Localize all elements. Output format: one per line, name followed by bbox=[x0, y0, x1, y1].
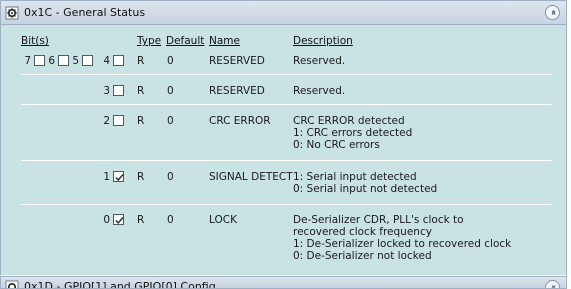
row-divider bbox=[21, 160, 552, 161]
description-line: 0: Serial input not detected bbox=[293, 183, 438, 195]
description-line: recovered clock frequency bbox=[293, 226, 432, 238]
default-cell: 0 bbox=[167, 171, 174, 183]
bit-number: 0 bbox=[103, 214, 110, 226]
bit-number: 4 bbox=[103, 55, 110, 67]
default-cell: 0 bbox=[167, 115, 174, 127]
column-header-type: Type bbox=[137, 35, 162, 47]
bit-number: 3 bbox=[103, 85, 110, 97]
description-line: De-Serializer CDR, PLL's clock to bbox=[293, 214, 464, 226]
column-header-default: Default bbox=[166, 35, 205, 47]
row-divider bbox=[21, 104, 552, 105]
gear-icon bbox=[5, 280, 19, 288]
default-cell: 0 bbox=[167, 85, 174, 97]
name-cell: SIGNAL DETECT bbox=[209, 171, 293, 183]
name-cell: LOCK bbox=[209, 214, 237, 226]
default-cell: 0 bbox=[167, 55, 174, 67]
type-cell: R bbox=[137, 115, 145, 127]
bit-number: 6 bbox=[48, 55, 55, 67]
description-line: 0: No CRC errors bbox=[293, 139, 380, 151]
type-cell: R bbox=[137, 85, 145, 97]
description-line: Reserved. bbox=[293, 85, 346, 97]
description-cell: Reserved. bbox=[293, 85, 345, 97]
section-header-general-status[interactable]: 0x1C - General Status « bbox=[0, 0, 567, 25]
collapse-icon[interactable]: « bbox=[545, 5, 560, 20]
column-header-bits: Bit(s) bbox=[21, 35, 49, 47]
column-header-name: Name bbox=[209, 35, 240, 47]
default-cell: 0 bbox=[167, 214, 174, 226]
bit-checkbox[interactable] bbox=[113, 171, 124, 182]
description-line: 1: De-Serializer locked to recovered clo… bbox=[293, 238, 512, 250]
bit-number: 5 bbox=[72, 55, 79, 67]
description-cell: De-Serializer CDR, PLL's clock to recove… bbox=[293, 214, 511, 262]
type-cell: R bbox=[137, 171, 145, 183]
description-cell: CRC ERROR detected 1: CRC errors detecte… bbox=[293, 115, 412, 151]
bit-checkbox[interactable] bbox=[113, 85, 124, 96]
bit-checkbox[interactable] bbox=[113, 115, 124, 126]
bit-checkbox[interactable] bbox=[113, 55, 124, 66]
type-cell: R bbox=[137, 55, 145, 67]
bit-checkbox[interactable] bbox=[82, 55, 93, 66]
name-cell: RESERVED bbox=[209, 55, 265, 67]
section-header-gpio-config[interactable]: 0x1D - GPIO[1] and GPIO[0] Config » bbox=[0, 276, 567, 289]
name-cell: CRC ERROR bbox=[209, 115, 271, 127]
description-cell: Reserved. bbox=[293, 55, 345, 67]
row-divider bbox=[21, 204, 552, 205]
bit-checkbox[interactable] bbox=[113, 214, 124, 225]
gear-icon bbox=[5, 6, 19, 20]
checkmark-icon bbox=[115, 174, 124, 182]
column-header-description: Description bbox=[293, 35, 353, 47]
section-title: 0x1C - General Status bbox=[24, 6, 146, 19]
section-title: 0x1D - GPIO[1] and GPIO[0] Config bbox=[24, 280, 216, 289]
bit-checkbox[interactable] bbox=[34, 55, 45, 66]
description-line: 1: CRC errors detected bbox=[293, 127, 413, 139]
register-panel: Bit(s) Type Default Name Description 7 6… bbox=[0, 25, 567, 275]
description-line: 1: Serial input detected bbox=[293, 171, 417, 183]
description-cell: 1: Serial input detected 0: Serial input… bbox=[293, 171, 437, 195]
expand-icon[interactable]: » bbox=[545, 280, 560, 288]
description-line: Reserved. bbox=[293, 55, 346, 67]
bit-number: 2 bbox=[103, 115, 110, 127]
name-cell: RESERVED bbox=[209, 85, 265, 97]
checkmark-icon bbox=[115, 217, 124, 225]
bit-number: 1 bbox=[103, 171, 110, 183]
type-cell: R bbox=[137, 214, 145, 226]
bit-number: 7 bbox=[24, 55, 31, 67]
description-line: 0: De-Serializer not locked bbox=[293, 250, 432, 262]
description-line: CRC ERROR detected bbox=[293, 115, 405, 127]
row-divider bbox=[21, 74, 552, 75]
bit-checkbox[interactable] bbox=[58, 55, 69, 66]
